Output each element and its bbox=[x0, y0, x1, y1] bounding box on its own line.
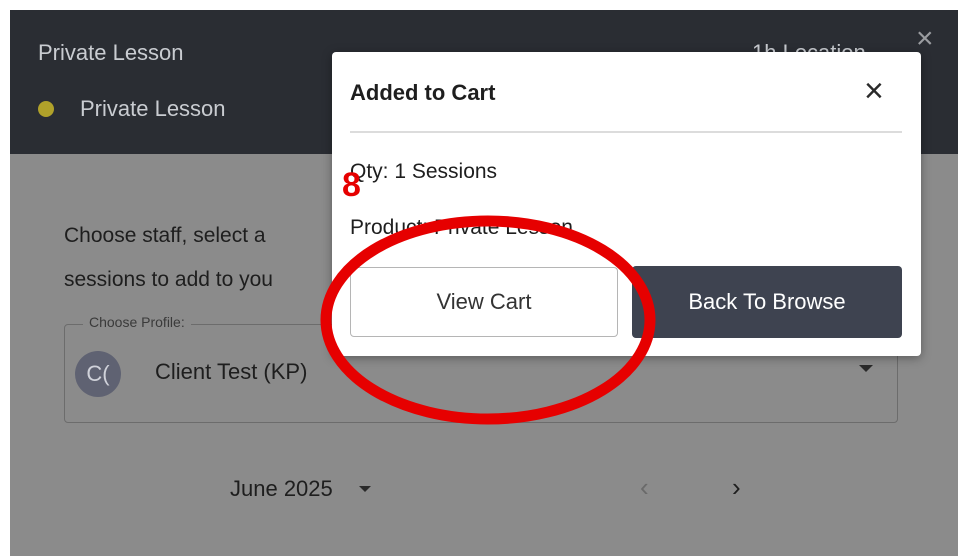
profile-select-label: Choose Profile: bbox=[83, 314, 191, 330]
lesson-type-label: Private Lesson bbox=[80, 96, 226, 121]
cart-product: Product: Private Lesson bbox=[350, 216, 573, 239]
chevron-down-icon[interactable] bbox=[358, 486, 371, 492]
lesson-color-dot-icon bbox=[38, 101, 54, 117]
back-to-browse-button[interactable]: Back To Browse bbox=[632, 266, 902, 338]
step-number-badge: 8 bbox=[342, 166, 361, 204]
next-month-icon[interactable]: › bbox=[732, 472, 741, 503]
profile-name: Client Test (KP) bbox=[155, 359, 308, 384]
avatar: C( bbox=[75, 351, 121, 397]
instructions-line-2: sessions to add to you bbox=[64, 268, 273, 291]
previous-month-icon[interactable]: ‹ bbox=[640, 472, 649, 503]
close-icon[interactable]: × bbox=[864, 74, 884, 108]
chevron-down-icon[interactable] bbox=[859, 365, 873, 372]
month-select[interactable]: June 2025 bbox=[230, 476, 371, 502]
view-cart-button[interactable]: View Cart bbox=[350, 267, 618, 337]
added-to-cart-dialog: Added to Cart × Qty: 1 Sessions Product:… bbox=[332, 52, 921, 356]
dialog-title: Added to Cart bbox=[350, 80, 496, 105]
month-label: June 2025 bbox=[230, 476, 333, 501]
instructions-line-1: Choose staff, select a bbox=[64, 224, 266, 247]
lesson-type: Private Lesson bbox=[38, 96, 226, 122]
lesson-title: Private Lesson bbox=[38, 40, 184, 65]
cart-quantity: Qty: 1 Sessions bbox=[350, 160, 498, 183]
dialog-divider bbox=[350, 131, 902, 133]
panel-close-icon[interactable]: × bbox=[916, 24, 934, 54]
